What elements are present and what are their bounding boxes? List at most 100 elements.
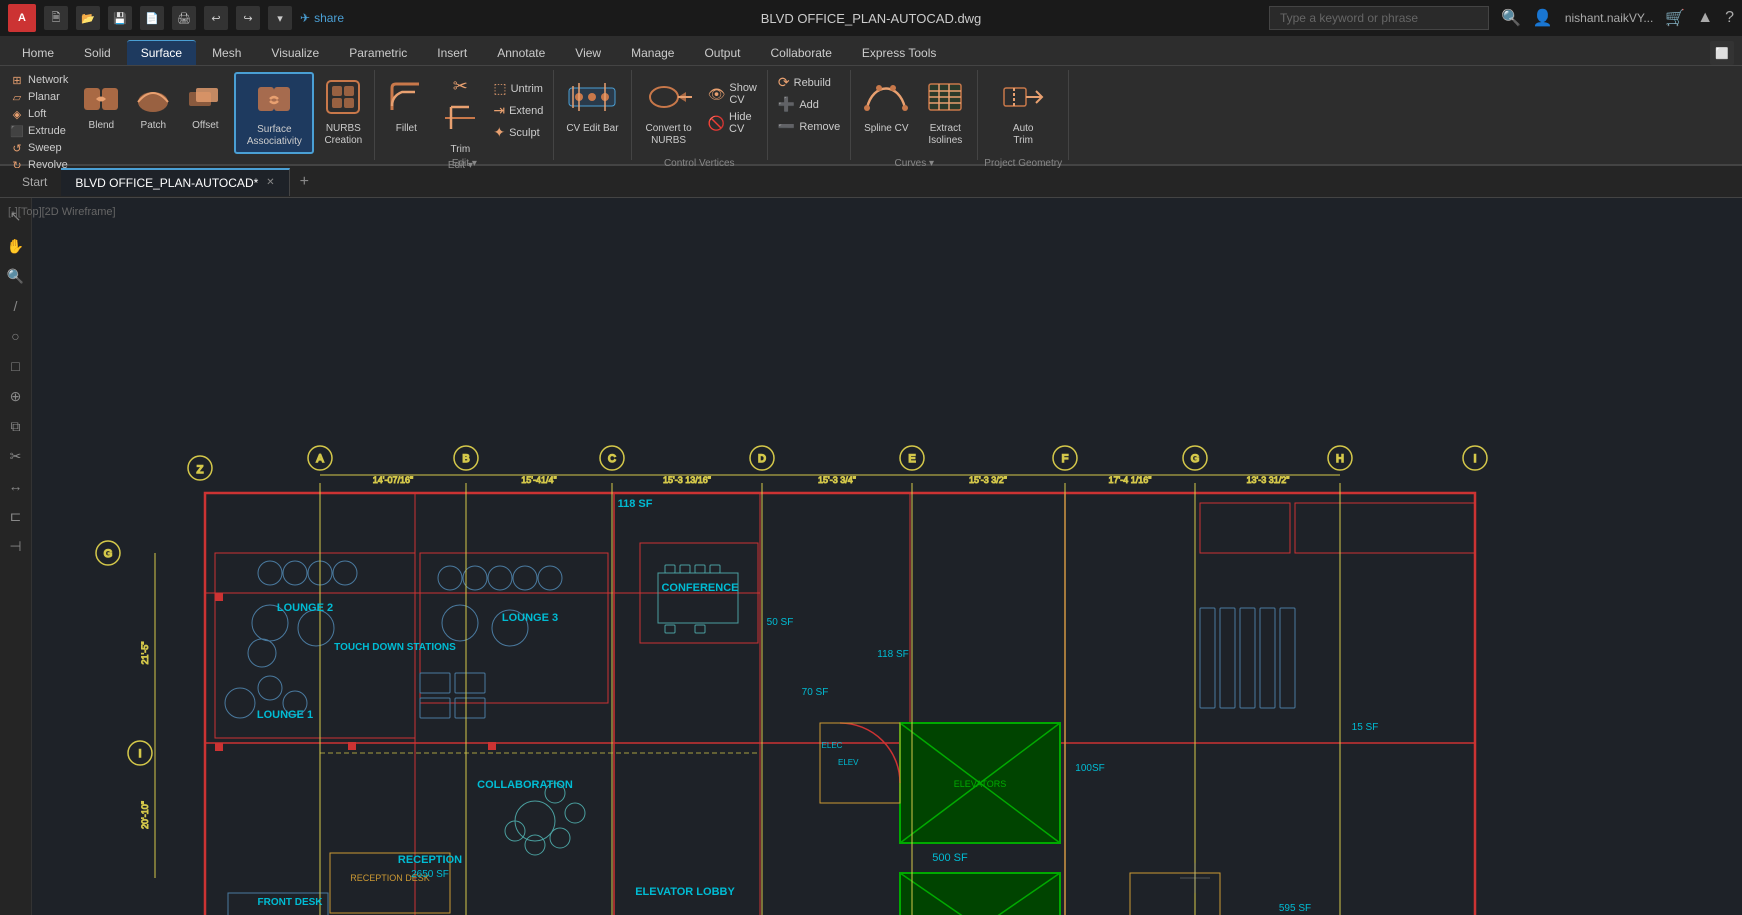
open-button[interactable]: 📂 <box>76 6 100 30</box>
stair-box <box>820 723 900 803</box>
trim-label: Trim <box>451 144 471 156</box>
tab-annotate[interactable]: Annotate <box>483 41 559 65</box>
15sf-label: 15 SF <box>1352 722 1379 733</box>
offset-button[interactable]: Offset <box>180 76 230 136</box>
extrude-button[interactable]: ⬛ Extrude <box>6 123 72 139</box>
untrim-button[interactable]: ⬚ Untrim <box>489 78 547 99</box>
loft-button[interactable]: ◈ Loft <box>6 106 72 122</box>
add-icon: ➕ <box>778 96 795 113</box>
tab-output[interactable]: Output <box>690 41 754 65</box>
help-icon[interactable]: ? <box>1725 9 1734 27</box>
undo-button[interactable]: ↩ <box>204 6 228 30</box>
active-document-tab[interactable]: BLVD OFFICE_PLAN-AUTOCAD* ✕ <box>61 168 289 196</box>
share-button[interactable]: ✈ share <box>300 11 344 25</box>
redo-button[interactable]: ↪ <box>236 6 260 30</box>
copy-tool[interactable]: ⧉ <box>2 412 30 440</box>
line-tool[interactable]: / <box>2 292 30 320</box>
tab-surface[interactable]: Surface <box>127 40 196 65</box>
username-label: nishant.naikVY... <box>1565 11 1654 25</box>
auto-trim-button[interactable]: AutoTrim <box>994 72 1052 154</box>
trim-button[interactable]: Trim <box>435 97 485 160</box>
patch-button[interactable]: Patch <box>128 76 178 136</box>
start-tab[interactable]: Start <box>8 168 61 196</box>
tab-view[interactable]: View <box>561 41 615 65</box>
tab-mesh[interactable]: Mesh <box>198 41 255 65</box>
sculpt-button[interactable]: ✦ Sculpt <box>489 122 547 143</box>
title-bar-right: Type a keyword or phrase 🔍 👤 nishant.nai… <box>1269 6 1734 30</box>
rect-tool[interactable]: □ <box>2 352 30 380</box>
network-button[interactable]: ⊞ Network <box>6 72 72 88</box>
auto-trim-icon <box>1000 78 1046 121</box>
remove-button[interactable]: ➖ Remove <box>774 116 844 137</box>
filename-label: BLVD OFFICE_PLAN-AUTOCAD.dwg <box>761 11 982 26</box>
rebuild-button[interactable]: ⟳ Rebuild <box>774 72 844 93</box>
lounge3-furniture <box>438 566 562 646</box>
move-tool[interactable]: ⊕ <box>2 382 30 410</box>
zoom-tool[interactable]: 🔍 <box>2 262 30 290</box>
edit-group-label: Edit ▾ <box>452 156 477 171</box>
floor-plan-svg[interactable]: Z A B C D E F G H I <box>0 198 1742 915</box>
convert-nurbs-label: Convert toNURBS <box>646 123 692 147</box>
lounge3-walls <box>420 553 608 703</box>
tab-insert[interactable]: Insert <box>423 41 481 65</box>
show-cv-button[interactable]: 👁 ShowCV <box>704 80 761 108</box>
extend-button[interactable]: ⇥ Extend <box>489 100 547 121</box>
curves-group-label: Curves ▾ <box>895 156 934 171</box>
save-button[interactable]: 💾 <box>108 6 132 30</box>
conf-table <box>658 573 738 623</box>
sweep-button[interactable]: ↺ Sweep <box>6 140 72 156</box>
blend-button[interactable]: Blend <box>76 76 126 136</box>
tab-visualize[interactable]: Visualize <box>257 41 333 65</box>
trim-side-tool[interactable]: ✂ <box>2 442 30 470</box>
elec-label: ELEC <box>822 741 843 750</box>
drawing-area[interactable]: [-][Top][2D Wireframe] Z A B C D E F <box>0 198 1742 915</box>
circle-tool[interactable]: ○ <box>2 322 30 350</box>
cart-icon[interactable]: 🛒 <box>1665 8 1685 28</box>
network-icon: ⊞ <box>10 73 24 87</box>
search-bar[interactable]: Type a keyword or phrase <box>1269 6 1489 30</box>
tab-solid[interactable]: Solid <box>70 41 125 65</box>
spline-cv-button[interactable]: Spline CV <box>857 72 915 154</box>
hide-cv-button[interactable]: 🚫 HideCV <box>704 109 761 137</box>
stair-curve <box>840 723 900 783</box>
print-button[interactable]: 🖨 <box>172 6 196 30</box>
collab-label: COLLABORATION <box>477 779 573 791</box>
conference-label: CONFERENCE <box>661 582 738 594</box>
new-button[interactable]: 🗎 <box>44 6 68 30</box>
interface-toggle[interactable]: ⬜ <box>1710 41 1734 65</box>
show-cv-icon: 👁 <box>708 86 726 103</box>
reception-sf-label: 2650 SF <box>411 869 449 880</box>
svg-text:15'-3 3/4": 15'-3 3/4" <box>818 475 856 485</box>
tab-express-tools[interactable]: Express Tools <box>848 41 950 65</box>
surface-associativity-button[interactable]: SurfaceAssociativity <box>234 72 314 154</box>
blend-icon <box>82 80 120 118</box>
offset-side-tool[interactable]: ⊏ <box>2 502 30 530</box>
left-toolbar: ↖ ✋ 🔍 / ○ □ ⊕ ⧉ ✂ ↔ ⊏ ⊣ <box>0 198 32 915</box>
tab-parametric[interactable]: Parametric <box>335 41 421 65</box>
svg-text:G: G <box>104 548 113 560</box>
search-icon[interactable]: 🔍 <box>1501 8 1521 28</box>
nurbs-creation-button[interactable]: NURBSCreation <box>318 72 368 154</box>
saveas-button[interactable]: 📄 <box>140 6 164 30</box>
tab-home[interactable]: Home <box>8 41 68 65</box>
room-top-right-1 <box>1200 503 1290 553</box>
cv-edit-bar-button[interactable]: CV Edit Bar <box>560 72 624 154</box>
add-tab-button[interactable]: + <box>290 173 319 191</box>
mirror-tool[interactable]: ⊣ <box>2 532 30 560</box>
pan-tool[interactable]: ✋ <box>2 232 30 260</box>
extend-side-tool[interactable]: ↔ <box>2 472 30 500</box>
fillet-button[interactable]: Fillet <box>381 72 431 154</box>
planar-button[interactable]: ▱ Planar <box>6 89 72 105</box>
svg-text:E: E <box>908 453 915 465</box>
tab-manage[interactable]: Manage <box>617 41 688 65</box>
close-tab-button[interactable]: ✕ <box>266 177 274 188</box>
tab-collaborate[interactable]: Collaborate <box>757 41 846 65</box>
add-button[interactable]: ➕ Add <box>774 94 844 115</box>
dropdown-button[interactable]: ▾ <box>268 6 292 30</box>
extract-isolines-button[interactable]: ExtractIsolines <box>919 72 971 154</box>
location-icon[interactable]: ▲ <box>1697 9 1713 27</box>
svg-text:C: C <box>608 453 616 465</box>
edit-small-group: ⬚ Untrim ⇥ Extend ✦ Sculpt <box>489 78 547 143</box>
convert-nurbs-button[interactable]: Convert toNURBS <box>638 72 700 154</box>
front-desk-label: FRONT DESK <box>258 897 324 908</box>
